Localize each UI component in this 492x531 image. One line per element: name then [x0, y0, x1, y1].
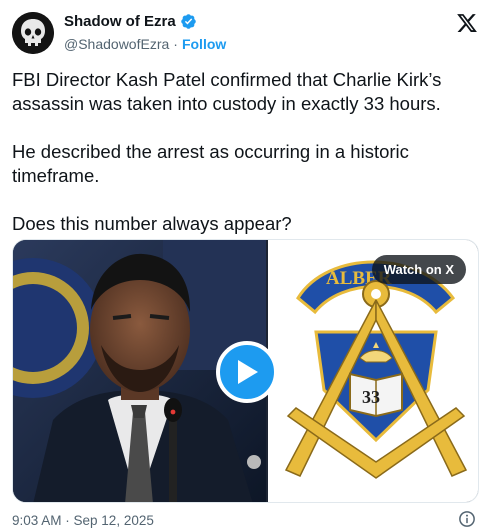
tweet-paragraph: Does this number always appear?	[12, 213, 292, 234]
verified-badge-icon	[180, 14, 196, 29]
author-name-row: Shadow of Ezra	[64, 13, 197, 30]
avatar[interactable]	[12, 12, 54, 54]
play-button[interactable]	[216, 341, 278, 403]
author-handle[interactable]: @ShadowofEzra	[64, 36, 169, 52]
follow-button[interactable]: Follow	[182, 36, 226, 52]
watch-on-x-button[interactable]: Watch on X	[371, 255, 466, 284]
tweet-paragraph: FBI Director Kash Patel confirmed that C…	[12, 69, 442, 114]
tweet-timestamp[interactable]: 9:03 AM · Sep 12, 2025	[12, 513, 154, 528]
skull-avatar-icon	[12, 12, 54, 54]
separator-dot: ·	[173, 36, 178, 52]
author-name[interactable]: Shadow of Ezra	[64, 13, 176, 30]
tweet-card: Shadow of Ezra @ShadowofEzra · Follow FB…	[0, 0, 492, 531]
tweet-text: FBI Director Kash Patel confirmed that C…	[12, 68, 482, 260]
emblem-book-text: 33	[362, 387, 380, 407]
x-logo-icon[interactable]	[456, 12, 478, 34]
video-media[interactable]: ALBER 33 Watch on X	[12, 239, 479, 503]
play-icon	[238, 360, 258, 384]
tweet-paragraph: He described the arrest as occurring in …	[12, 141, 409, 186]
author-handle-row: @ShadowofEzra · Follow	[64, 36, 226, 52]
info-icon[interactable]	[458, 510, 476, 528]
